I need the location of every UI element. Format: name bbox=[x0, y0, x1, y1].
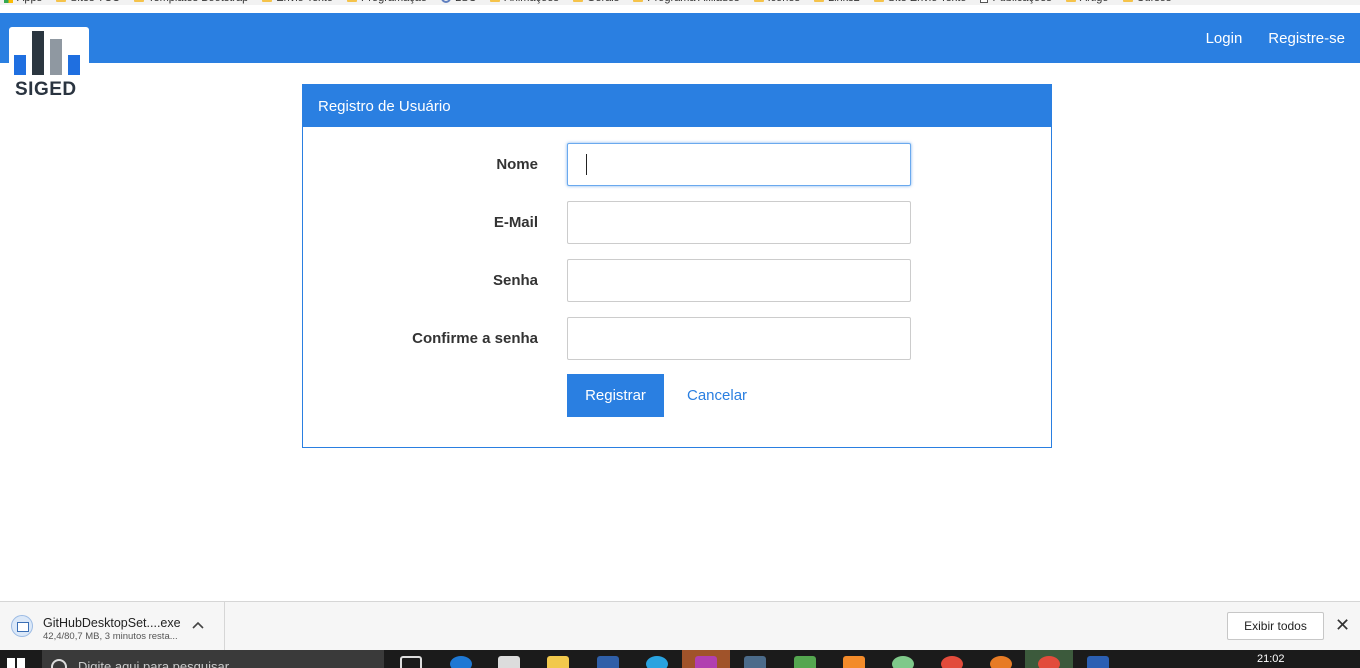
bookmark-item[interactable]: Gerais bbox=[572, 0, 619, 4]
download-file-name: GitHubDesktopSet....exe bbox=[43, 616, 181, 630]
panel-title: Registro de Usuário bbox=[303, 85, 1051, 127]
installer-file-icon bbox=[11, 615, 33, 637]
windows-taskbar: Digite aqui para pesquisar 21:02 bbox=[0, 650, 1360, 668]
email-label: E-Mail bbox=[493, 214, 538, 231]
bookmark-label: Programação bbox=[361, 0, 427, 4]
folder-icon bbox=[1122, 0, 1133, 2]
folder-icon bbox=[873, 0, 884, 2]
top-navbar: Login Registre-se bbox=[0, 13, 1360, 63]
folder-icon bbox=[813, 0, 824, 2]
bookmarks-bar: Apps Sites TCC Templates Bootstrap Envio Te… bbox=[0, 0, 1360, 5]
app-icon[interactable] bbox=[892, 656, 914, 668]
bookmark-item[interactable]: Publicações bbox=[980, 0, 1052, 4]
folder-icon bbox=[633, 0, 644, 2]
folder-icon bbox=[1065, 0, 1076, 2]
email-row: E-Mail bbox=[303, 201, 1051, 244]
app-icon[interactable] bbox=[646, 656, 668, 668]
show-all-downloads-button[interactable]: Exibir todos bbox=[1227, 612, 1324, 640]
register-button[interactable]: Registrar bbox=[567, 374, 664, 417]
name-input[interactable] bbox=[567, 143, 911, 186]
folder-icon bbox=[134, 0, 144, 2]
logo-text: SIGED bbox=[15, 79, 77, 100]
word-icon[interactable] bbox=[1087, 656, 1109, 668]
taskbar-clock[interactable]: 21:02 bbox=[1257, 653, 1285, 665]
bookmark-label: Links2 bbox=[828, 0, 860, 4]
close-icon[interactable]: ✕ bbox=[1335, 615, 1350, 636]
app-icon[interactable] bbox=[794, 656, 816, 668]
registration-panel: Registro de Usuário Nome E-Mail Senha Co… bbox=[302, 84, 1052, 448]
bar-chart-logo-icon bbox=[14, 31, 80, 75]
file-explorer-icon[interactable] bbox=[547, 656, 569, 668]
login-link[interactable]: Login bbox=[1206, 30, 1243, 47]
chrome-icon[interactable] bbox=[941, 656, 963, 668]
globe-icon bbox=[441, 0, 451, 3]
siged-logo[interactable]: SIGED bbox=[9, 27, 89, 102]
cancel-link[interactable]: Cancelar bbox=[687, 374, 747, 417]
bookmark-label: LSC bbox=[455, 0, 476, 4]
email-input[interactable] bbox=[567, 201, 911, 244]
app-icon[interactable] bbox=[744, 656, 766, 668]
folder-icon bbox=[490, 0, 501, 2]
chevron-up-icon[interactable] bbox=[192, 616, 204, 632]
folder-icon bbox=[346, 0, 357, 2]
download-item[interactable]: GitHubDesktopSet....exe 42,4/80,7 MB, 3 … bbox=[0, 602, 225, 651]
bookmark-item[interactable]: Cursos bbox=[1122, 0, 1172, 4]
nav-links: Login Registre-se bbox=[1206, 13, 1345, 63]
bookmark-label: Animações bbox=[504, 0, 558, 4]
folder-icon bbox=[753, 0, 764, 2]
bookmark-item[interactable]: Animações bbox=[490, 0, 559, 4]
folder-icon bbox=[262, 0, 273, 2]
name-row: Nome bbox=[303, 143, 1051, 186]
bookmark-label: Site Envio Texto bbox=[888, 0, 967, 4]
bookmark-label: Programa Afiliados bbox=[647, 0, 739, 4]
download-status: 42,4/80,7 MB, 3 minutos resta... bbox=[43, 631, 178, 642]
confirm-password-label: Confirme a senha bbox=[412, 330, 538, 347]
folder-icon bbox=[572, 0, 583, 2]
bookmark-label: Apps bbox=[17, 0, 42, 4]
bookmark-item[interactable]: Programação bbox=[346, 0, 427, 4]
bookmark-item[interactable]: Programa Afiliados bbox=[633, 0, 740, 4]
firefox-icon[interactable] bbox=[990, 656, 1012, 668]
taskbar-search-placeholder: Digite aqui para pesquisar bbox=[78, 659, 230, 668]
bookmark-item[interactable]: Sites TCC bbox=[56, 0, 120, 4]
password-row: Senha bbox=[303, 259, 1051, 302]
apps-grid-icon bbox=[4, 0, 13, 3]
store-icon[interactable] bbox=[498, 656, 520, 668]
bookmark-item[interactable]: Artigo bbox=[1065, 0, 1109, 4]
register-link[interactable]: Registre-se bbox=[1268, 30, 1345, 47]
bookmark-item[interactable]: LSC bbox=[441, 0, 476, 4]
bookmark-item[interactable]: Links2 bbox=[813, 0, 860, 4]
task-view-icon[interactable] bbox=[400, 656, 422, 668]
download-shelf: GitHubDesktopSet....exe 42,4/80,7 MB, 3 … bbox=[0, 601, 1360, 651]
xampp-icon[interactable] bbox=[843, 656, 865, 668]
bookmark-label: Artigo bbox=[1080, 0, 1109, 4]
mysql-workbench-icon[interactable] bbox=[597, 656, 619, 668]
folder-icon bbox=[56, 0, 67, 2]
bookmark-label: Templates Bootstrap bbox=[148, 0, 248, 4]
bookmark-label: Envio Texto bbox=[276, 0, 333, 4]
windows-start-icon[interactable] bbox=[7, 658, 25, 668]
taskbar-search-box[interactable]: Digite aqui para pesquisar bbox=[42, 650, 384, 668]
password-input[interactable] bbox=[567, 259, 911, 302]
bookmark-label: Gerais bbox=[587, 0, 619, 4]
bookmark-label: Ícones bbox=[768, 0, 800, 4]
chrome-icon[interactable] bbox=[1038, 656, 1060, 668]
bookmark-label: Cursos bbox=[1137, 0, 1172, 4]
confirm-password-row: Confirme a senha bbox=[303, 317, 1051, 360]
phpstorm-icon[interactable] bbox=[695, 656, 717, 668]
name-label: Nome bbox=[496, 156, 538, 173]
text-caret bbox=[586, 154, 587, 175]
bookmark-item[interactable]: Apps bbox=[4, 0, 42, 4]
page-icon bbox=[980, 0, 989, 3]
bookmark-item[interactable]: Site Envio Texto bbox=[873, 0, 967, 4]
confirm-password-input[interactable] bbox=[567, 317, 911, 360]
cortana-icon bbox=[51, 659, 67, 668]
edge-icon[interactable] bbox=[450, 656, 472, 668]
bookmark-item[interactable]: Envio Texto bbox=[262, 0, 333, 4]
bookmark-label: Sites TCC bbox=[70, 0, 120, 4]
bookmark-label: Publicações bbox=[992, 0, 1051, 4]
bookmark-item[interactable]: Templates Bootstrap bbox=[134, 0, 248, 4]
password-label: Senha bbox=[492, 272, 538, 289]
bookmark-item[interactable]: Ícones bbox=[753, 0, 800, 4]
